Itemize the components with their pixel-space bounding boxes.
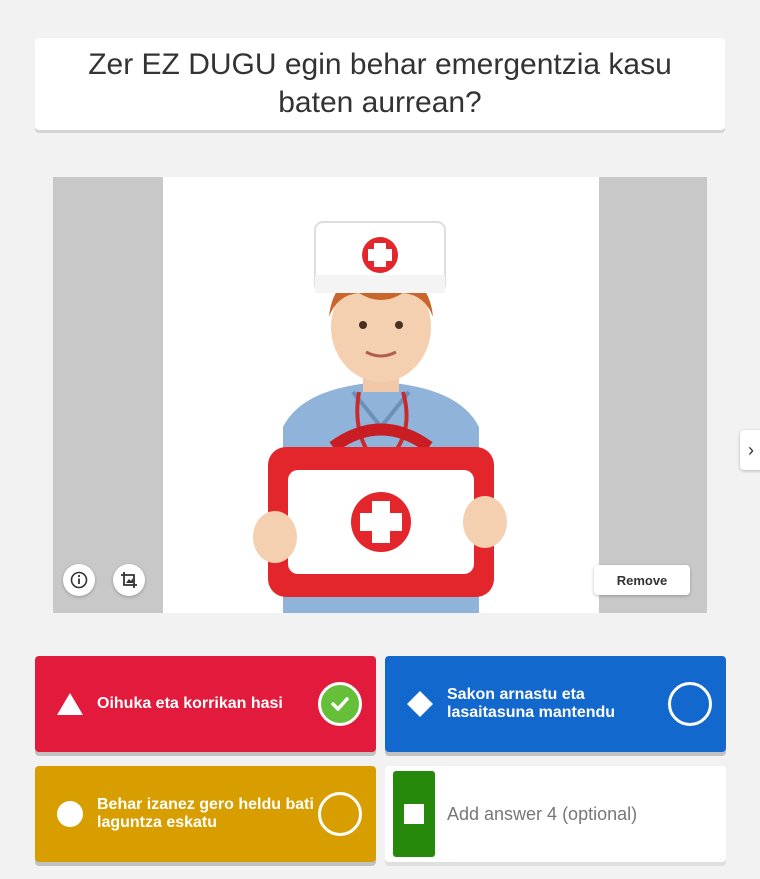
square-icon: [404, 804, 424, 824]
doctor-child-illustration: [253, 221, 507, 613]
crop-icon: [121, 572, 137, 588]
diamond-icon: [399, 690, 441, 718]
answer-4-shape-tab: [393, 771, 435, 857]
correct-answer-toggle[interactable]: [318, 682, 362, 726]
triangle-icon: [49, 692, 91, 716]
chevron-right-icon: ›: [748, 439, 754, 460]
answer-2-text[interactable]: Sakon arnastu eta lasaitasuna mantendu: [441, 686, 668, 722]
circle-icon: [49, 800, 91, 828]
next-slide-button[interactable]: ›: [740, 430, 760, 470]
answer-3-text[interactable]: Behar izanez gero heldu bati laguntza es…: [91, 796, 318, 832]
answer-2[interactable]: Sakon arnastu eta lasaitasuna mantendu: [385, 656, 726, 752]
answer-1[interactable]: Oihuka eta korrikan hasi: [35, 656, 376, 752]
answer-4[interactable]: Add answer 4 (optional): [385, 766, 726, 862]
crop-button[interactable]: [113, 564, 145, 596]
answer-3[interactable]: Behar izanez gero heldu bati laguntza es…: [35, 766, 376, 862]
media-area: Remove: [53, 177, 707, 613]
question-image: [163, 177, 599, 613]
question-text[interactable]: Zer EZ DUGU egin behar emergentzia kasu …: [80, 46, 680, 122]
question-box[interactable]: Zer EZ DUGU egin behar emergentzia kasu …: [35, 38, 725, 130]
answer-4-input[interactable]: Add answer 4 (optional): [435, 805, 726, 823]
correct-answer-toggle[interactable]: [318, 792, 362, 836]
info-icon: [70, 571, 88, 589]
correct-answer-toggle[interactable]: [668, 682, 712, 726]
check-icon: [331, 697, 349, 711]
answer-1-text[interactable]: Oihuka eta korrikan hasi: [91, 695, 318, 713]
info-button[interactable]: [63, 564, 95, 596]
remove-image-button[interactable]: Remove: [594, 565, 690, 595]
